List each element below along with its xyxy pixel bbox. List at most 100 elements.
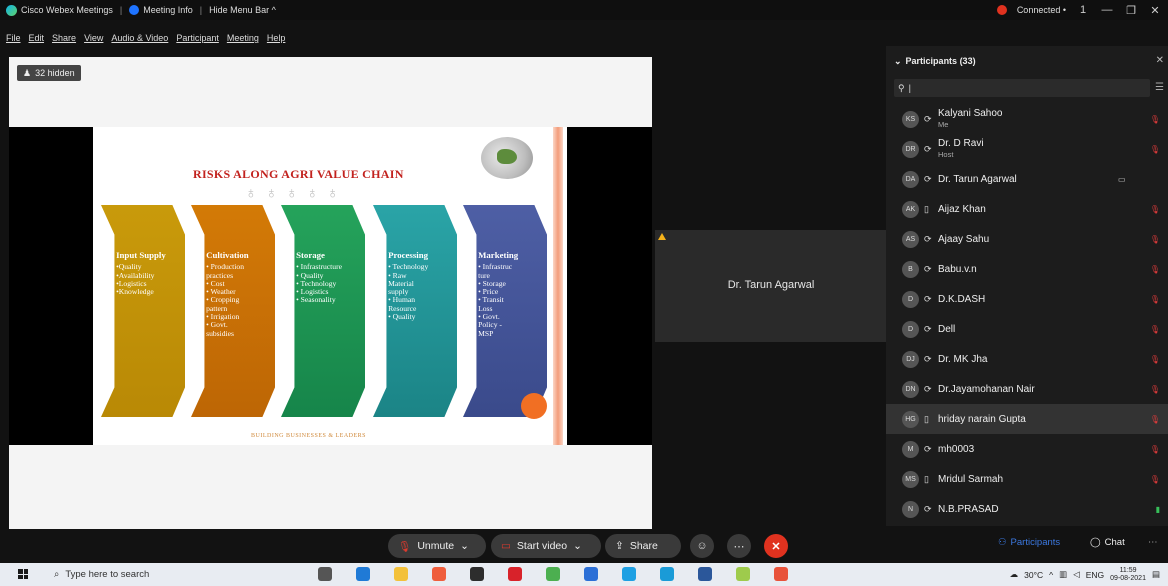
mic-muted-icon[interactable]: 🎙 [1150,205,1160,214]
hidden-participants-badge[interactable]: ♟ 32 hidden [17,65,81,81]
participant-row[interactable]: N ⟳ N.B.PRASAD ▮ [886,494,1168,524]
webex-taskbar-icon[interactable] [660,567,674,581]
menu-participant[interactable]: Participant [176,33,219,47]
language-indicator[interactable]: ENG [1086,570,1104,580]
network-icon[interactable]: ▥ [1059,569,1067,580]
more-options-button[interactable]: ⋯ [727,534,751,558]
start-video-button[interactable]: ▭ Start video ⌄ [491,534,601,558]
participant-name: N.B.PRASAD [938,503,999,515]
panel-close-icon[interactable]: ✕ [1156,55,1164,66]
avatar: DJ [902,350,919,368]
video-tile[interactable]: Dr. Tarun Agarwal [655,230,887,342]
share-icon: ⇪ [615,540,624,552]
globe-image [481,137,533,179]
mic-muted-icon[interactable]: 🎙 [1150,325,1160,334]
menu-audio-video[interactable]: Audio & Video [111,33,168,47]
chat-tab-button[interactable]: ◯ Chat [1090,537,1125,548]
slide-footer: BUILDING BUSINESSES & LEADERS [251,433,367,439]
participant-name: hriday narain Gupta [938,413,1026,425]
maximize-button[interactable]: ❐ [1124,4,1138,17]
mic-active-icon[interactable]: ▮ [1156,505,1160,514]
mic-muted-icon[interactable]: 🎙 [1150,145,1160,154]
participant-row[interactable]: M ⟳ mh0003 🎙 [886,434,1168,464]
shared-screen: RISKS ALONG AGRI VALUE CHAIN ♁ ♁ ♁ ♁ ♁ I… [9,127,652,445]
menu-help[interactable]: Help [267,33,286,47]
menu-meeting[interactable]: Meeting [227,33,259,47]
participant-search-input[interactable]: ⚲ | [894,79,1150,97]
reactions-button[interactable]: ☺ [690,534,714,558]
participant-row[interactable]: DJ ⟳ Dr. MK Jha 🎙 [886,344,1168,374]
avatar: B [902,260,919,278]
office-icon[interactable] [508,567,522,581]
notifications-icon[interactable]: ▤ [1152,569,1160,580]
taskbar-search-box[interactable]: ⌕ Type here to search [40,566,270,583]
mic-muted-icon[interactable]: 🎙 [1150,235,1160,244]
participant-row[interactable]: MS ▯ Mridul Sarmah 🎙 [886,464,1168,494]
search-icon: ⚲ [898,82,905,93]
share-button[interactable]: ⇪ Share [605,534,681,558]
participant-row[interactable]: D ⟳ D.K.DASH 🎙 [886,284,1168,314]
windows-start-icon[interactable] [18,569,28,579]
participant-row[interactable]: DN ⟳ Dr.Jayamohanan Nair 🎙 [886,374,1168,404]
volume-icon[interactable]: ◁ [1073,569,1080,580]
avatar: DA [902,170,919,188]
mic-muted-icon[interactable]: 🎙 [1150,115,1160,124]
app-icon[interactable] [736,567,750,581]
mic-muted-icon[interactable]: 🎙 [1150,415,1160,424]
participant-row[interactable]: AS ⟳ Ajaay Sahu 🎙 [886,224,1168,254]
menu-view[interactable]: View [84,33,103,47]
close-button[interactable]: ✕ [1148,4,1162,17]
leave-meeting-button[interactable]: ✕ [764,534,788,558]
unmute-button[interactable]: 🎙 Unmute ⌄ [388,534,486,558]
app-icon[interactable] [432,567,446,581]
app-icon[interactable] [774,567,788,581]
participant-row[interactable]: DR ⟳ Dr. D Ravi Host 🎙 [886,134,1168,164]
minimize-button[interactable]: — [1100,4,1114,16]
mic-muted-icon[interactable]: 🎙 [1150,475,1160,484]
panel-more-button[interactable]: ⋯ [1148,537,1158,548]
participant-row-selected[interactable]: HG ▯ hriday narain Gupta 🎙 [886,404,1168,434]
chrome-icon[interactable] [546,567,560,581]
participant-role: Host [938,150,954,159]
participant-row[interactable]: KS ⟳ Kalyani Sahoo Me 🎙 [886,104,1168,134]
avatar: D [902,320,919,338]
app-icon[interactable] [584,567,598,581]
participant-row[interactable]: DA ⟳ Dr. Tarun Agarwal ▭ [886,164,1168,194]
participant-name: Babu.v.n [938,263,977,275]
device-icon: ⟳ [924,503,932,514]
mic-off-icon: 🎙 [398,540,412,553]
temperature[interactable]: 30°C [1024,570,1043,580]
mic-muted-icon[interactable]: 🎙 [1150,355,1160,364]
edge-browser-icon[interactable] [356,567,370,581]
store-icon[interactable] [470,567,484,581]
participant-row[interactable]: B ⟳ Babu.v.n 🎙 [886,254,1168,284]
avatar: D [902,290,919,308]
device-icon: ⟳ [924,113,932,124]
participants-panel-header[interactable]: ⌄ Participants (33) [894,56,976,67]
menu-share[interactable]: Share [52,33,76,47]
file-explorer-icon[interactable] [394,567,408,581]
participant-row[interactable]: D ⟳ Dell 🎙 [886,314,1168,344]
word-icon[interactable] [698,567,712,581]
sort-list-icon[interactable]: ☰ [1155,82,1164,93]
participants-tab-button[interactable]: ⚇ Participants [998,537,1060,548]
chat-bubble-icon: ◯ [1090,537,1101,548]
participant-role: Me [938,120,949,129]
mic-muted-icon[interactable]: 🎙 [1150,295,1160,304]
participant-row[interactable]: AK ▯ Aijaz Khan 🎙 [886,194,1168,224]
mic-muted-icon[interactable]: 🎙 [1150,265,1160,274]
participant-name: Dell [938,323,956,335]
info-icon [129,5,140,15]
menu-file[interactable]: File [6,33,21,47]
hide-menu-bar-button[interactable]: Hide Menu Bar ^ [209,5,276,15]
app-icon[interactable] [622,567,636,581]
meeting-info-button[interactable]: Meeting Info [143,5,193,15]
clock[interactable]: 11:59 09-08-2021 [1110,567,1146,583]
task-view-icon[interactable] [318,567,332,581]
tray-overflow-icon[interactable]: ^ [1049,570,1053,580]
mic-muted-icon[interactable]: 🎙 [1150,385,1160,394]
mic-muted-icon[interactable]: 🎙 [1150,445,1160,454]
menu-edit[interactable]: Edit [29,33,45,47]
connection-status[interactable]: Connected • [1017,5,1066,15]
chevron-down-icon: ⌄ [460,540,469,552]
